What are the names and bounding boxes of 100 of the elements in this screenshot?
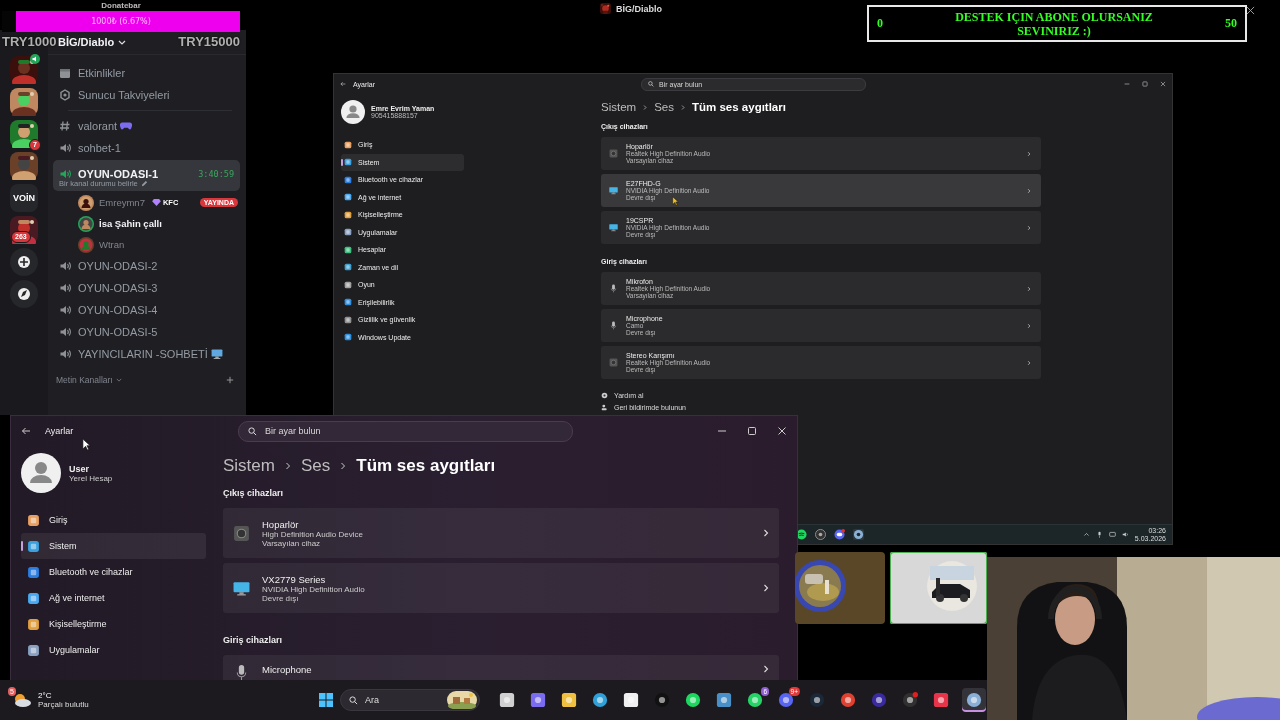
chevron-right-icon <box>284 461 291 471</box>
avatar[interactable] <box>78 215 94 232</box>
chevron-right-icon <box>763 528 769 538</box>
server-icon[interactable]: VOİN <box>10 184 38 212</box>
breadcrumb-item[interactable]: Sistem <box>601 101 637 113</box>
speaker-icon <box>59 348 71 360</box>
chevron-right-icon <box>643 103 648 111</box>
stream-title: BİG/Diablo <box>616 3 662 14</box>
plus-icon[interactable] <box>226 376 234 384</box>
gear-icon[interactable] <box>853 529 864 540</box>
device-name: Hoparlör <box>262 518 300 530</box>
breadcrumb-item[interactable]: Ses <box>300 456 331 476</box>
chevron-right-icon <box>763 583 769 593</box>
breadcrumb-item: Tüm ses aygıtları <box>692 101 786 113</box>
device-row[interactable]: Microphone <box>223 655 779 680</box>
member-name[interactable]: Emreymn7 <box>99 197 145 208</box>
account-type: Yerel Hesap <box>69 473 113 483</box>
nav-item[interactable]: Bluetooth ve cihazlar <box>21 559 206 585</box>
speaker-icon <box>59 167 71 180</box>
discord-icon[interactable] <box>834 529 845 540</box>
gear-icon[interactable] <box>962 688 986 712</box>
chevron-right-icon <box>1027 224 1031 231</box>
search-field[interactable]: Bir ayar bulun <box>238 420 573 442</box>
goal-current: 0 <box>877 16 883 31</box>
close-icon[interactable] <box>777 426 787 436</box>
microphone-icon[interactable] <box>1095 531 1103 538</box>
chevron-right-icon <box>1027 359 1031 366</box>
chevron-right-icon <box>1027 187 1031 194</box>
cursor-icon <box>82 438 91 451</box>
speaker-icon <box>59 326 71 338</box>
device-name: Microphone <box>262 664 312 675</box>
cursor-icon <box>672 196 679 206</box>
breadcrumb-item: Tüm ses aygıtları <box>356 456 496 476</box>
goal-message: DESTEK IÇIN ABONE OLURSANIZ SEVINIRIZ :) <box>954 9 1154 38</box>
avatar[interactable] <box>78 236 94 253</box>
microphone-icon <box>609 284 618 293</box>
category-label[interactable]: Metin Kanalları <box>56 375 113 385</box>
chevron-right-icon <box>1027 285 1031 292</box>
search-icon <box>248 426 257 436</box>
calendar-icon <box>59 67 71 79</box>
member-name[interactable]: İsa Şahin çallı <box>99 218 162 229</box>
channel-name[interactable]: OYUN-ODASI-1 <box>78 167 159 180</box>
channel-name[interactable]: sohbet-1 <box>78 142 121 154</box>
channel-name[interactable]: OYUN-ODASI-4 <box>78 304 158 316</box>
hash-icon <box>59 120 71 132</box>
menu-item[interactable]: Etkinlikler <box>78 67 126 79</box>
windows-start-icon[interactable] <box>318 692 334 708</box>
cloud-icon[interactable] <box>12 692 32 708</box>
chevron-down-icon <box>115 378 122 382</box>
pencil-icon[interactable] <box>140 179 148 187</box>
user-name: User <box>69 463 90 474</box>
search-icon <box>349 695 358 705</box>
speaker-icon <box>609 358 618 367</box>
weather-description[interactable]: Parçalı bulutlu <box>38 700 89 709</box>
breadcrumb-item[interactable]: Ses <box>654 101 674 113</box>
menu-item[interactable]: Sunucu Takviyeleri <box>78 89 170 101</box>
nav-item[interactable]: Ağ ve internet <box>21 585 206 611</box>
nav-item[interactable]: Giriş <box>21 507 206 533</box>
channel-name[interactable]: YAYINCILARIN -SOHBETİ <box>78 348 208 360</box>
feedback-icon <box>601 404 608 411</box>
goal-min: TRY1000 <box>2 34 57 49</box>
server-name[interactable]: BİG/Diablo <box>58 36 115 48</box>
add-server-icon[interactable] <box>10 248 38 276</box>
back-arrow-icon[interactable] <box>340 81 346 87</box>
compass-icon[interactable] <box>10 280 38 308</box>
call-timer: 3:40:59 <box>198 168 234 179</box>
speaker-icon <box>59 282 71 294</box>
volume-icon[interactable] <box>1121 531 1129 538</box>
chevron-right-icon <box>763 664 769 674</box>
avatar[interactable] <box>78 194 94 211</box>
boost-icon <box>59 89 71 101</box>
channel-name[interactable]: valorant <box>78 120 118 132</box>
section-title: Çıkış cihazları <box>223 488 285 500</box>
chevron-up-icon[interactable] <box>1082 531 1090 538</box>
nav-item[interactable]: Uygulamalar <box>21 637 206 663</box>
channel-name[interactable]: OYUN-ODASI-2 <box>78 260 158 272</box>
device-row[interactable]: VX2779 Series NVIDIA High Definition Audio Devre dışı <box>223 563 779 613</box>
avatar-icon <box>21 453 61 493</box>
gem-icon <box>151 199 161 206</box>
goal-max: TRY15000 <box>178 34 240 49</box>
maximize-icon[interactable] <box>747 426 757 436</box>
nav-item[interactable]: Kişiselleştirme <box>21 611 206 637</box>
speaker-icon <box>59 142 71 154</box>
donation-bar: 1000₺ (6.67%) <box>2 11 240 32</box>
speaker-icon <box>609 149 618 158</box>
nav-item[interactable]: Sistem <box>21 533 206 559</box>
channel-name[interactable]: OYUN-ODASI-3 <box>78 282 158 294</box>
back-arrow-icon[interactable] <box>21 426 31 436</box>
speaker-icon <box>233 524 250 542</box>
breadcrumb-item[interactable]: Sistem <box>223 456 275 476</box>
temperature[interactable]: 2°C <box>38 691 89 700</box>
device-status: Varsayılan cihaz <box>262 538 322 548</box>
channel-name[interactable]: OYUN-ODASI-5 <box>78 326 158 338</box>
chevron-right-icon <box>1027 322 1031 329</box>
device-row[interactable]: Hoparlör High Definition Audio Device Varsayılan cihaz <box>223 508 779 558</box>
member-name[interactable]: Wtran <box>99 239 125 250</box>
app-title: Ayarlar <box>45 426 74 436</box>
close-icon[interactable] <box>1246 6 1255 15</box>
microphone-icon <box>609 321 618 330</box>
search-icon <box>648 81 654 87</box>
